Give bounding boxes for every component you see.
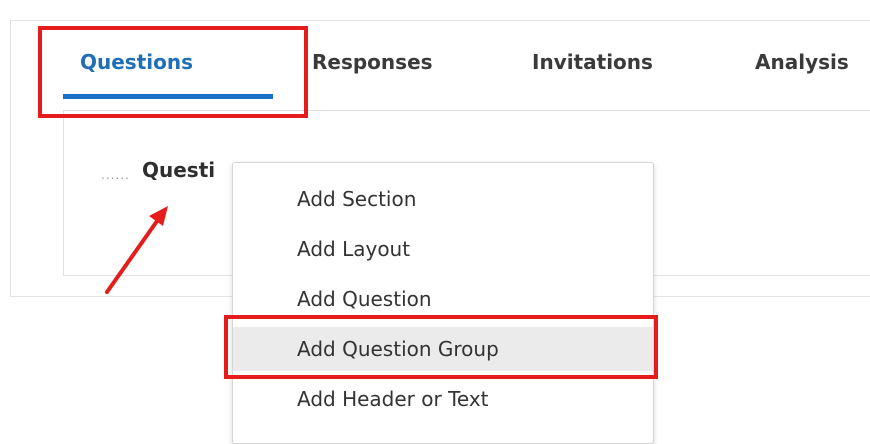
annotation-arrow-icon [105, 206, 168, 294]
